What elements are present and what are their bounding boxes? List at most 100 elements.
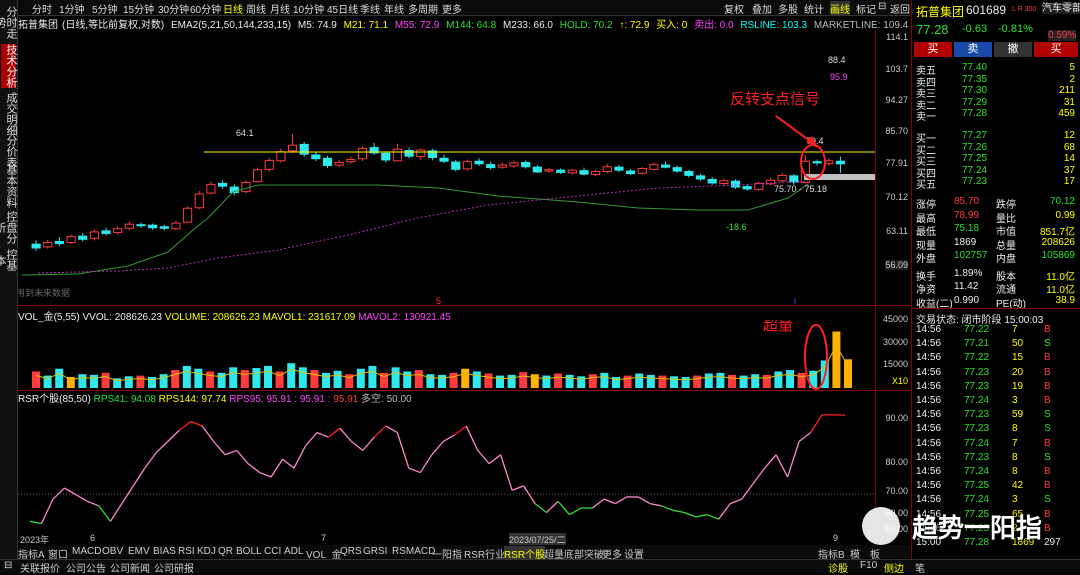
indicator-tab[interactable]: BIAS [153, 546, 176, 557]
sector-label[interactable]: 汽车零部件 [1042, 3, 1080, 14]
stat-row[interactable]: 涨停85.70跌停70.12 [912, 196, 1080, 208]
indicator-tab[interactable]: MACD [72, 546, 101, 557]
bid-row[interactable]: 买五77.2317 [912, 176, 1080, 188]
candle[interactable] [253, 168, 261, 183]
adjust-button[interactable]: 复权 [724, 1, 744, 16]
candle[interactable] [638, 167, 646, 174]
tick-row[interactable]: 14:5677.2215B [912, 352, 1080, 364]
candle[interactable] [580, 168, 588, 176]
volume-bar[interactable] [241, 370, 249, 388]
candle[interactable] [44, 240, 52, 249]
volume-bar[interactable] [844, 359, 852, 388]
left-tab-timeshare[interactable]: 分时走势 [1, 4, 16, 40]
mark-button[interactable]: 标记 [856, 1, 876, 16]
candle[interactable] [393, 144, 401, 162]
bid-row[interactable]: 买三77.2514 [912, 153, 1080, 165]
back-button[interactable]: 返回 [890, 1, 910, 16]
volume-bar[interactable] [693, 376, 701, 388]
volume-bar[interactable] [415, 370, 423, 388]
volume-bar[interactable] [554, 374, 562, 388]
volume-bar[interactable] [322, 373, 330, 388]
candle[interactable] [67, 235, 75, 245]
candle[interactable] [125, 222, 133, 231]
period-tab[interactable]: 分时 [32, 1, 52, 16]
stat-row[interactable]: 最高78.99量比0.99 [912, 210, 1080, 222]
volume-bar[interactable] [310, 370, 318, 388]
period-tab[interactable]: 1分钟 [59, 1, 85, 16]
candle[interactable] [114, 226, 122, 234]
sell-button[interactable]: 卖 [954, 42, 992, 57]
candle[interactable] [207, 182, 215, 195]
candle[interactable] [685, 170, 693, 177]
candle[interactable] [440, 155, 448, 163]
candle[interactable] [277, 148, 285, 162]
volume-bar[interactable] [264, 366, 272, 388]
volume-bar[interactable] [473, 371, 481, 388]
f10-button[interactable]: F10 [860, 560, 877, 571]
candle[interactable] [545, 168, 553, 173]
volume-bar[interactable] [798, 373, 806, 388]
tick-row[interactable]: 14:5677.243S [912, 494, 1080, 506]
volume-bar[interactable] [740, 376, 748, 388]
buy-button[interactable]: 买 [914, 42, 952, 57]
candle[interactable] [102, 228, 110, 236]
candle[interactable] [778, 173, 786, 182]
candle[interactable] [743, 184, 751, 190]
candle[interactable] [160, 225, 168, 231]
period-tab[interactable]: 60分钟 [190, 1, 221, 16]
candle[interactable] [417, 148, 425, 160]
period-tab[interactable]: 季线 [360, 1, 380, 16]
candle[interactable] [650, 162, 658, 170]
volume-bar[interactable] [786, 370, 794, 388]
candle[interactable] [184, 206, 192, 223]
stat-row[interactable]: 外盘102757内盘105869 [912, 250, 1080, 262]
tick-row[interactable]: 14:5677.227B [912, 324, 1080, 336]
left-tab-price-table[interactable]: 分价表 [1, 134, 16, 168]
candle[interactable] [265, 158, 273, 171]
volume-bar[interactable] [484, 374, 492, 388]
candle[interactable] [370, 143, 378, 155]
left-tab-control[interactable]: 控盘分析 [1, 210, 16, 244]
volume-bar[interactable] [600, 373, 608, 388]
rsr-chart[interactable] [18, 402, 875, 532]
volume-bar[interactable] [252, 368, 260, 388]
candle[interactable] [335, 160, 343, 167]
volume-bar[interactable] [287, 363, 295, 388]
volume-bar[interactable] [426, 374, 434, 388]
volume-bar[interactable] [716, 373, 724, 388]
candle[interactable] [568, 169, 576, 175]
stat-row[interactable]: 最低75.18市值851.7亿 [912, 223, 1080, 235]
candle[interactable] [172, 221, 180, 230]
volume-bar[interactable] [125, 376, 133, 388]
volume-bar[interactable] [183, 366, 191, 388]
tick-row[interactable]: 14:5677.238S [912, 423, 1080, 435]
stat-row[interactable]: 换手1.89%股本11.0亿 [912, 268, 1080, 280]
bid-row[interactable]: 买四77.2437 [912, 165, 1080, 177]
period-tab[interactable]: 多周期 [408, 1, 438, 16]
volume-bar[interactable] [624, 376, 632, 388]
volume-bar[interactable] [496, 376, 504, 388]
volume-bar[interactable] [589, 374, 597, 388]
link-announcements[interactable]: 公司公告 [66, 560, 106, 575]
volume-bar[interactable] [136, 376, 144, 388]
volume-bar[interactable] [682, 377, 690, 388]
period-tab[interactable]: 更多 [442, 1, 462, 16]
candle[interactable] [428, 149, 436, 161]
volume-chart[interactable]: 超量 [18, 320, 875, 390]
volume-bar[interactable] [763, 375, 771, 388]
candle[interactable] [533, 165, 541, 173]
candle[interactable] [312, 152, 320, 161]
candle[interactable] [755, 182, 763, 191]
indicator-tab[interactable]: RSI [178, 546, 195, 557]
candle[interactable] [358, 146, 366, 160]
candle[interactable] [323, 156, 331, 168]
period-tab[interactable]: 30分钟 [158, 1, 189, 16]
indicator-tab[interactable]: KDJ [197, 546, 216, 557]
period-tab[interactable]: 周线 [246, 1, 266, 16]
volume-bar[interactable] [194, 369, 202, 388]
volume-bar[interactable] [566, 375, 574, 388]
candle[interactable] [603, 164, 611, 173]
left-tab-trades[interactable]: 成交明细 [1, 92, 16, 136]
period-tab[interactable]: 年线 [384, 1, 404, 16]
ask-row[interactable]: 卖三77.30211 [912, 85, 1080, 97]
